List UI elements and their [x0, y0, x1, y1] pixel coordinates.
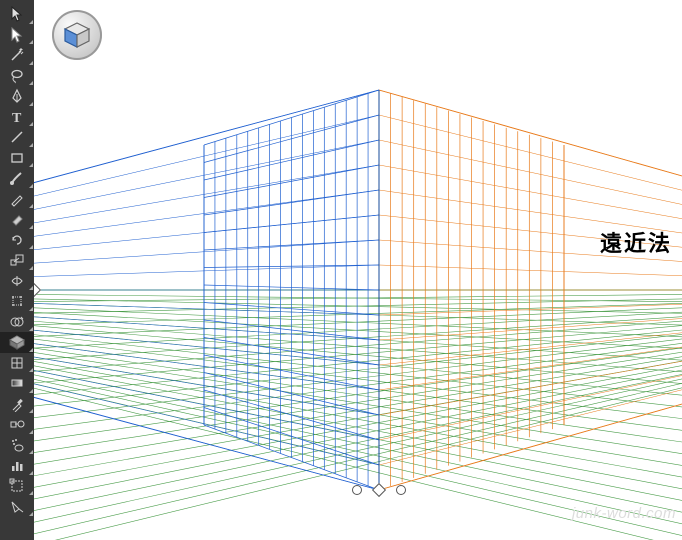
canvas: 遠近法 junk-word.com	[34, 0, 682, 540]
rectangle-tool[interactable]	[0, 148, 34, 169]
perspective-grid	[34, 0, 682, 540]
eyedropper-tool[interactable]	[0, 394, 34, 415]
line-segment-tool[interactable]	[0, 127, 34, 148]
watermark: junk-word.com	[572, 505, 676, 522]
column-graph-tool[interactable]	[0, 455, 34, 476]
lasso-tool[interactable]	[0, 66, 34, 87]
svg-text:T: T	[12, 111, 22, 125]
grid-anchor[interactable]	[396, 485, 406, 495]
width-tool[interactable]	[0, 271, 34, 292]
perspective-plane-widget[interactable]	[52, 10, 102, 60]
direct-selection-tool[interactable]	[0, 25, 34, 46]
magic-wand-tool[interactable]	[0, 45, 34, 66]
grid-anchor[interactable]	[352, 485, 362, 495]
perspective-grid-tool[interactable]	[0, 332, 34, 353]
pen-tool[interactable]	[0, 86, 34, 107]
blend-tool[interactable]	[0, 414, 34, 435]
gradient-tool[interactable]	[0, 373, 34, 394]
type-tool[interactable]: T	[0, 107, 34, 128]
artboard-tool[interactable]	[0, 476, 34, 497]
shape-builder-tool[interactable]	[0, 312, 34, 333]
paintbrush-tool[interactable]	[0, 168, 34, 189]
annotation-label: 遠近法	[600, 226, 672, 258]
tool-panel: T	[0, 0, 34, 540]
symbol-sprayer-tool[interactable]	[0, 435, 34, 456]
slice-tool[interactable]	[0, 496, 34, 517]
rotate-tool[interactable]	[0, 230, 34, 251]
mesh-tool[interactable]	[0, 353, 34, 374]
pencil-tool[interactable]	[0, 189, 34, 210]
free-transform-tool[interactable]	[0, 291, 34, 312]
selection-tool[interactable]	[0, 4, 34, 25]
scale-tool[interactable]	[0, 250, 34, 271]
eraser-tool[interactable]	[0, 209, 34, 230]
